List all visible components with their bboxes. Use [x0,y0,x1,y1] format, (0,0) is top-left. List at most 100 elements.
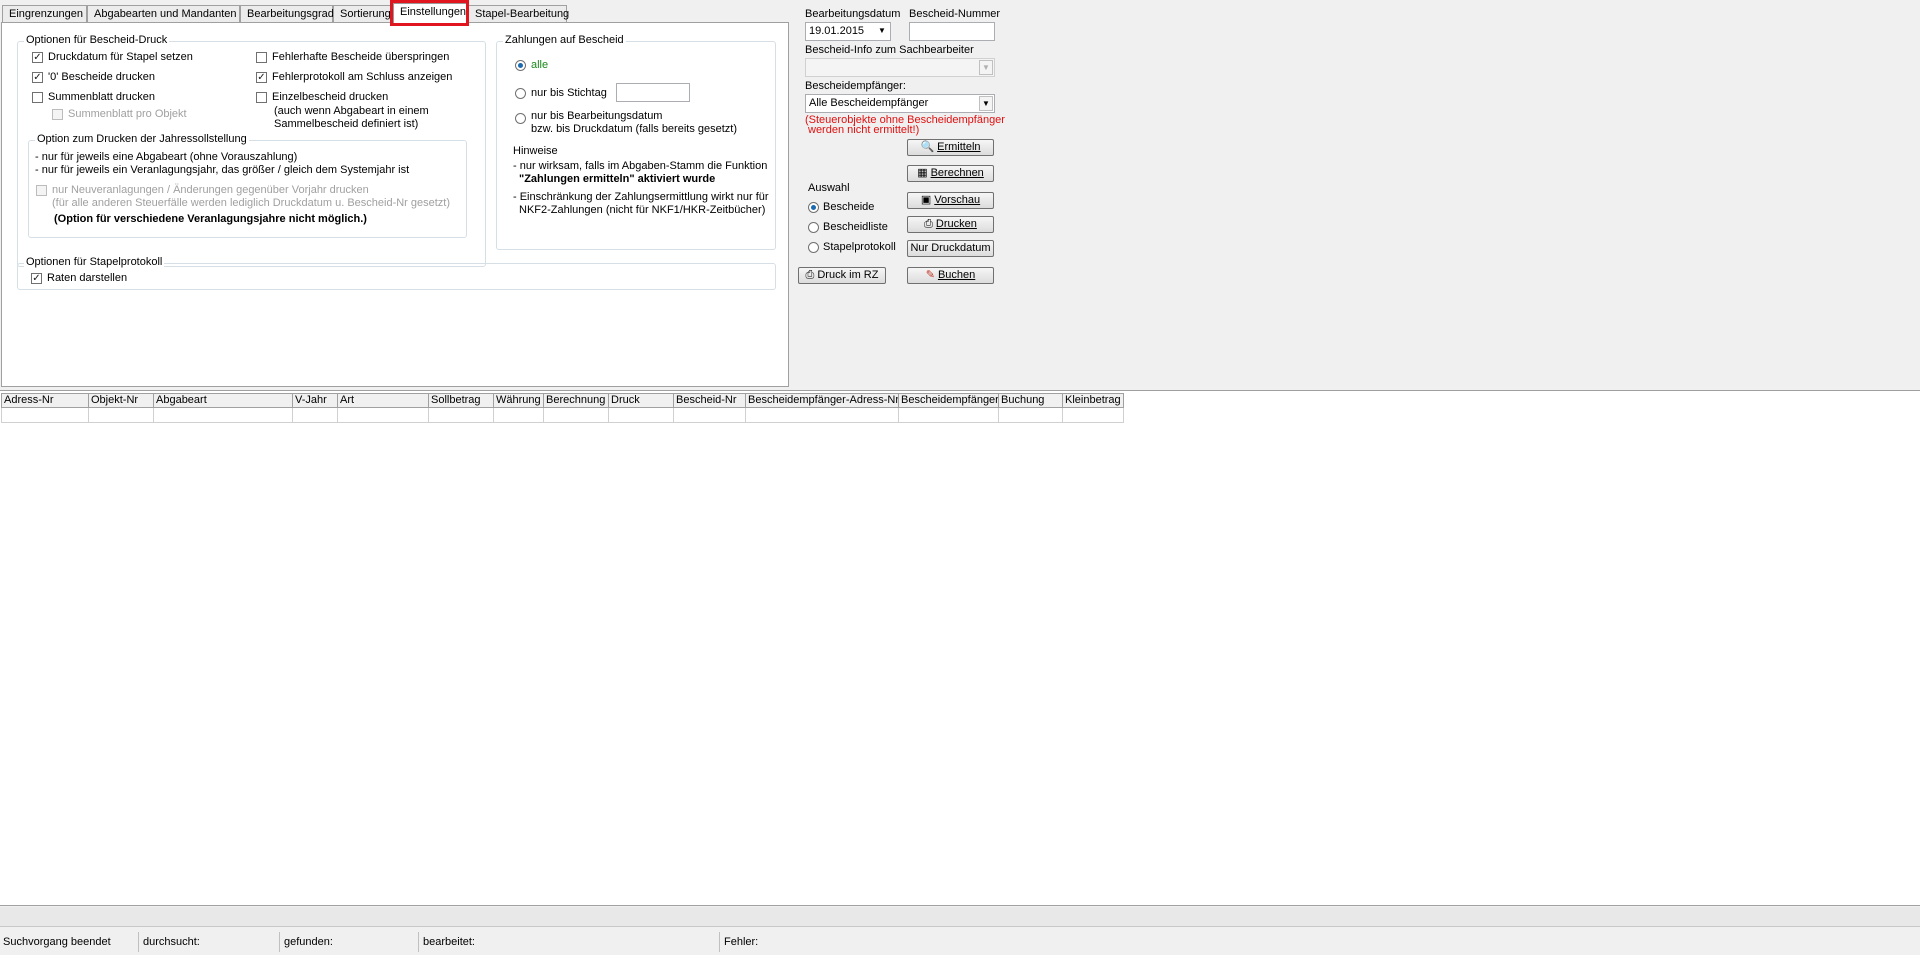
column-header[interactable]: Sollbetrag [429,393,494,408]
summenblatt-objekt-label: Summenblatt pro Objekt [68,108,187,120]
table-cell[interactable] [609,408,674,423]
ermitteln-label: Ermitteln [937,141,981,153]
bescheid-nummer-input[interactable] [909,22,995,41]
fehlerhafte-checkbox[interactable] [256,52,267,63]
bearbeitungsdatum-picker[interactable]: 19.01.2015 ▼ [805,22,891,41]
status-separator [418,932,419,952]
auswahl-stapelprotokoll-radio[interactable] [808,242,819,253]
table-cell[interactable] [674,408,746,423]
tab-stapel-bearbeitung[interactable]: Stapel-Bearbeitung [468,5,569,22]
empfaenger-combo[interactable]: Alle Bescheidempfänger ▼ [805,94,995,113]
raten-checkbox[interactable]: ✓ [31,273,42,284]
table-cell[interactable] [746,408,899,423]
table-cell[interactable] [154,408,293,423]
druckdatum-checkbox[interactable]: ✓ [32,52,43,63]
tab-einstellungen[interactable]: Einstellungen [393,3,468,24]
table-cell[interactable] [999,408,1063,423]
druck-im-rz-button[interactable]: ⎙ Druck im RZ [798,267,886,284]
empfaenger-label: Bescheidempfänger: [805,80,906,92]
vorschau-button[interactable]: ▣ Vorschau [907,192,994,209]
fehlerprotokoll-checkbox[interactable]: ✓ [256,72,267,83]
jahressoll-bold-note: (Option für verschiedene Veranlagungsjah… [54,213,367,225]
empfaenger-warning-2: werden nicht ermittelt!) [808,124,920,136]
vorschau-label: Vorschau [934,194,981,206]
bescheid-nummer-label: Bescheid-Nummer [909,8,1001,20]
stichtag-input[interactable] [616,83,690,102]
einzelbescheid-note-1: (auch wenn Abgabeart in einem [274,105,429,117]
status-separator [719,932,720,952]
table-cell[interactable] [544,408,609,423]
einzelbescheid-label: Einzelbescheid drucken [272,91,389,103]
hinweise-heading: Hinweise [513,145,558,157]
tab-abgabearten-und-mandanten[interactable]: Abgabearten und Mandanten [87,5,240,22]
table-cell[interactable] [899,408,999,423]
neuveranlagung-label: nur Neuveranlagungen / Änderungen gegenü… [52,184,369,196]
dropdown-arrow-icon[interactable]: ▼ [875,24,889,39]
column-header[interactable]: Objekt-Nr [89,393,154,408]
tab-sortierung[interactable]: Sortierung [333,5,393,22]
auswahl-stapelprotokoll-label: Stapelprotokoll [823,241,896,253]
hinweis-1: - nur wirksam, falls im Abgaben-Stamm di… [513,160,768,172]
neuveranlagung-checkbox[interactable] [36,185,47,196]
column-header[interactable]: Art [338,393,429,408]
table-cell[interactable] [1,408,89,423]
bescheid-info-label: Bescheid-Info zum Sachbearbeiter [805,44,974,56]
zahlungen-stichtag-label: nur bis Stichtag [531,87,607,99]
hinweis-2: - Einschränkung der Zahlungsermittlung w… [513,191,769,203]
zahlungen-alle-radio[interactable] [515,60,526,71]
zahlungen-stichtag-radio[interactable] [515,88,526,99]
dropdown-arrow-icon[interactable]: ▼ [979,60,993,75]
table-cell[interactable] [293,408,338,423]
column-header[interactable]: Buchung [999,393,1063,408]
drucken-button[interactable]: ⎙ Drucken [907,216,994,233]
jahressoll-line-1: - nur für jeweils eine Abgabeart (ohne V… [35,151,298,163]
column-header[interactable]: Abgabeart [154,393,293,408]
table-cell[interactable] [338,408,429,423]
column-header[interactable]: Adress-Nr [1,393,89,408]
buchen-button[interactable]: ✎ Buchen [907,267,994,284]
table-row[interactable] [1,408,1124,423]
column-header[interactable]: Berechnung [544,393,609,408]
auswahl-bescheide-radio[interactable] [808,202,819,213]
neuveranlagung-note: (für alle anderen Steuerfälle werden led… [52,197,451,209]
summenblatt-objekt-checkbox[interactable] [52,109,63,120]
stamp-icon: ✎ [925,269,935,281]
zahlungen-bearbeitungsdatum-radio[interactable] [515,113,526,124]
status-durchsucht: durchsucht: [143,936,200,948]
jahressoll-title: Option zum Drucken der Jahressollstellun… [35,133,249,145]
einzelbescheid-checkbox[interactable] [256,92,267,103]
status-separator [279,932,280,952]
column-header[interactable]: V-Jahr [293,393,338,408]
horizontal-strip [0,907,1920,927]
auswahl-bescheidliste-radio[interactable] [808,222,819,233]
status-fehler: Fehler: [724,936,759,948]
berechnen-button[interactable]: ▦ Berechnen [907,165,994,182]
status-state: Suchvorgang beendet [3,936,111,948]
summenblatt-checkbox[interactable] [32,92,43,103]
tab-eingrenzungen[interactable]: Eingrenzungen [2,5,87,22]
auswahl-title: Auswahl [806,182,852,194]
table-cell[interactable] [1063,408,1124,423]
null-bescheide-checkbox[interactable]: ✓ [32,72,43,83]
column-header[interactable]: Bescheid-Nr [674,393,746,408]
dropdown-arrow-icon[interactable]: ▼ [979,96,993,111]
table-cell[interactable] [429,408,494,423]
bescheid-info-combo[interactable]: ▼ [805,58,995,77]
ermitteln-button[interactable]: 🔍 Ermitteln [907,139,994,156]
berechnen-label: Berechnen [930,167,984,179]
drucken-label: Drucken [935,218,977,230]
column-header[interactable]: Bescheidempfänger [899,393,999,408]
column-header[interactable]: Währung [494,393,544,408]
table-cell[interactable] [494,408,544,423]
column-header[interactable]: Bescheidempfänger-Adress-Nr. [746,393,899,408]
calculator-icon: ▦ [917,167,928,179]
results-grid[interactable]: Adress-Nr Objekt-Nr Abgabeart V-Jahr Art Soll… [0,390,1920,906]
nur-druckdatum-button[interactable]: Nur Druckdatum [907,240,994,257]
bescheid-druck-title: Optionen für Bescheid-Druck [24,34,170,46]
table-cell[interactable] [89,408,154,423]
tab-bearbeitungsgrad[interactable]: Bearbeitungsgrad [240,5,334,22]
fehlerhafte-label: Fehlerhafte Bescheide überspringen [272,51,450,63]
column-header[interactable]: Druck [609,393,674,408]
column-header[interactable]: Kleinbetrag [1063,393,1124,408]
printer-icon: ⎙ [805,269,815,281]
